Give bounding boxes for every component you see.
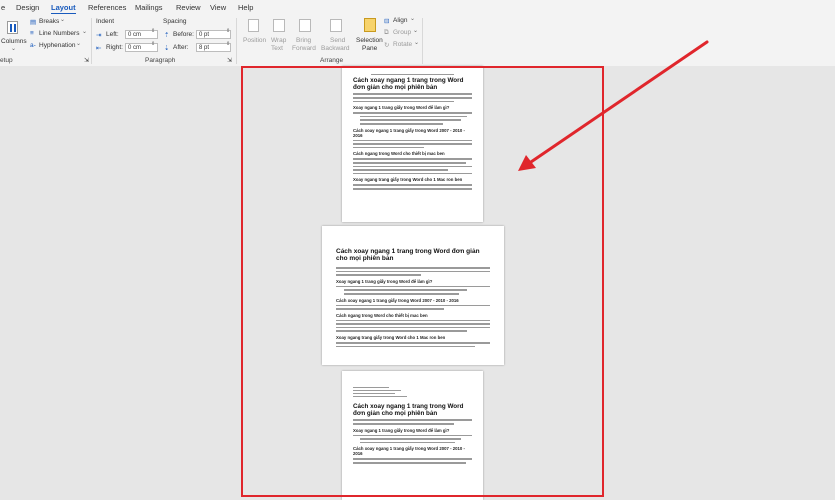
align-label: Align xyxy=(393,17,408,24)
group-button[interactable]: ⧉ Group ⌄ xyxy=(384,28,420,38)
hyphenation-label: Hyphenation xyxy=(39,42,76,49)
rotate-label: Rotate xyxy=(393,41,413,48)
indent-left-label: Left: xyxy=(106,31,119,38)
selection-label-2: Pane xyxy=(362,45,378,52)
align-button[interactable]: ⊟ Align ⌄ xyxy=(384,16,420,26)
ribbon-tabs: e Design Layout References Mailings Revi… xyxy=(0,0,835,15)
chevron-down-icon: ⌄ xyxy=(414,40,420,46)
chevron-down-icon: ⌄ xyxy=(60,17,66,23)
spacing-before-label: Before: xyxy=(173,31,194,38)
bring-forward-button[interactable]: Bring Forward xyxy=(292,17,320,53)
send-label-1: Send xyxy=(330,37,346,44)
paragraph-launcher-icon[interactable]: ⇲ xyxy=(227,57,232,64)
wrap-text-button[interactable]: Wrap Text xyxy=(268,17,292,53)
hyphenation-button[interactable]: a- Hyphenation ⌄ xyxy=(30,41,82,51)
rotate-button[interactable]: ↻ Rotate ⌄ xyxy=(384,40,420,50)
bring-label-1: Bring xyxy=(296,37,312,44)
indent-right-label: Right: xyxy=(106,44,123,51)
selection-pane-icon xyxy=(364,18,376,32)
line-numbers-button[interactable]: ≡ Line Numbers ⌄ xyxy=(30,29,88,39)
indent-left-icon: ⇥ xyxy=(96,32,102,39)
columns-icon xyxy=(7,21,18,34)
wrap-text-icon xyxy=(273,19,285,32)
divider xyxy=(91,18,92,64)
indent-right-icon: ⇤ xyxy=(96,45,102,52)
group-icon: ⧉ xyxy=(384,29,389,36)
spin-icon[interactable]: ⇕ xyxy=(226,41,230,47)
spin-icon[interactable]: ⇕ xyxy=(226,28,230,34)
arrange-group-label: Arrange xyxy=(320,57,344,64)
tab-design[interactable]: Design xyxy=(16,3,39,12)
divider xyxy=(236,18,237,64)
paragraph-group-label: Paragraph xyxy=(145,57,176,64)
columns-label: Columns xyxy=(1,38,27,45)
spacing-title: Spacing xyxy=(163,18,187,25)
wrap-label-2: Text xyxy=(271,45,283,52)
divider xyxy=(422,18,423,64)
spin-icon[interactable]: ⇕ xyxy=(151,41,155,47)
chevron-down-icon: ⌄ xyxy=(410,16,416,22)
tab-references[interactable]: References xyxy=(88,3,126,12)
group-label: Group xyxy=(393,29,412,36)
send-label-2: Backward xyxy=(321,45,350,52)
chevron-down-icon: ⌄ xyxy=(11,46,17,52)
page-setup-launcher-icon[interactable]: ⇲ xyxy=(84,57,89,64)
tab-mailings[interactable]: Mailings xyxy=(135,3,163,12)
selection-label-1: Selection xyxy=(356,37,383,44)
line-numbers-label: Line Numbers xyxy=(39,30,80,37)
breaks-label: Breaks xyxy=(39,18,60,25)
tab-review[interactable]: Review xyxy=(176,3,201,12)
indent-title: Indent xyxy=(96,18,115,25)
position-button[interactable]: Position xyxy=(240,17,268,53)
selection-pane-button[interactable]: Selection Pane xyxy=(354,17,384,53)
position-icon xyxy=(248,19,259,32)
page-setup-group-label: etup xyxy=(0,57,13,64)
rotate-icon: ↻ xyxy=(384,42,390,49)
send-backward-button[interactable]: Send Backward xyxy=(320,17,354,53)
ribbon-layout: Columns ⌄ ▤ Breaks ⌄ ≡ Line Numbers ⌄ a-… xyxy=(0,14,835,67)
bring-forward-icon xyxy=(299,19,311,32)
hyphenation-icon: a- xyxy=(30,42,36,49)
breaks-icon: ▤ xyxy=(30,19,37,26)
bring-label-2: Forward xyxy=(292,45,316,52)
align-icon: ⊟ xyxy=(384,18,390,25)
spacing-after-icon: ⇣ xyxy=(164,45,170,52)
send-backward-icon xyxy=(330,19,342,32)
highlight-box xyxy=(241,66,604,497)
wrap-label-1: Wrap xyxy=(271,37,287,44)
tab-help[interactable]: Help xyxy=(238,3,253,12)
chevron-down-icon: ⌄ xyxy=(413,28,419,34)
tab-home[interactable]: e xyxy=(1,3,5,12)
spacing-before-icon: ⇡ xyxy=(164,32,170,39)
spacing-after-label: After: xyxy=(173,44,189,51)
chevron-down-icon: ⌄ xyxy=(82,29,88,35)
position-label: Position xyxy=(243,37,267,44)
line-numbers-icon: ≡ xyxy=(30,30,34,37)
tab-view[interactable]: View xyxy=(210,3,226,12)
spin-icon[interactable]: ⇕ xyxy=(151,28,155,34)
breaks-button[interactable]: ▤ Breaks ⌄ xyxy=(30,17,82,27)
chevron-down-icon: ⌄ xyxy=(76,41,82,47)
columns-button[interactable]: Columns ⌄ xyxy=(1,19,27,52)
